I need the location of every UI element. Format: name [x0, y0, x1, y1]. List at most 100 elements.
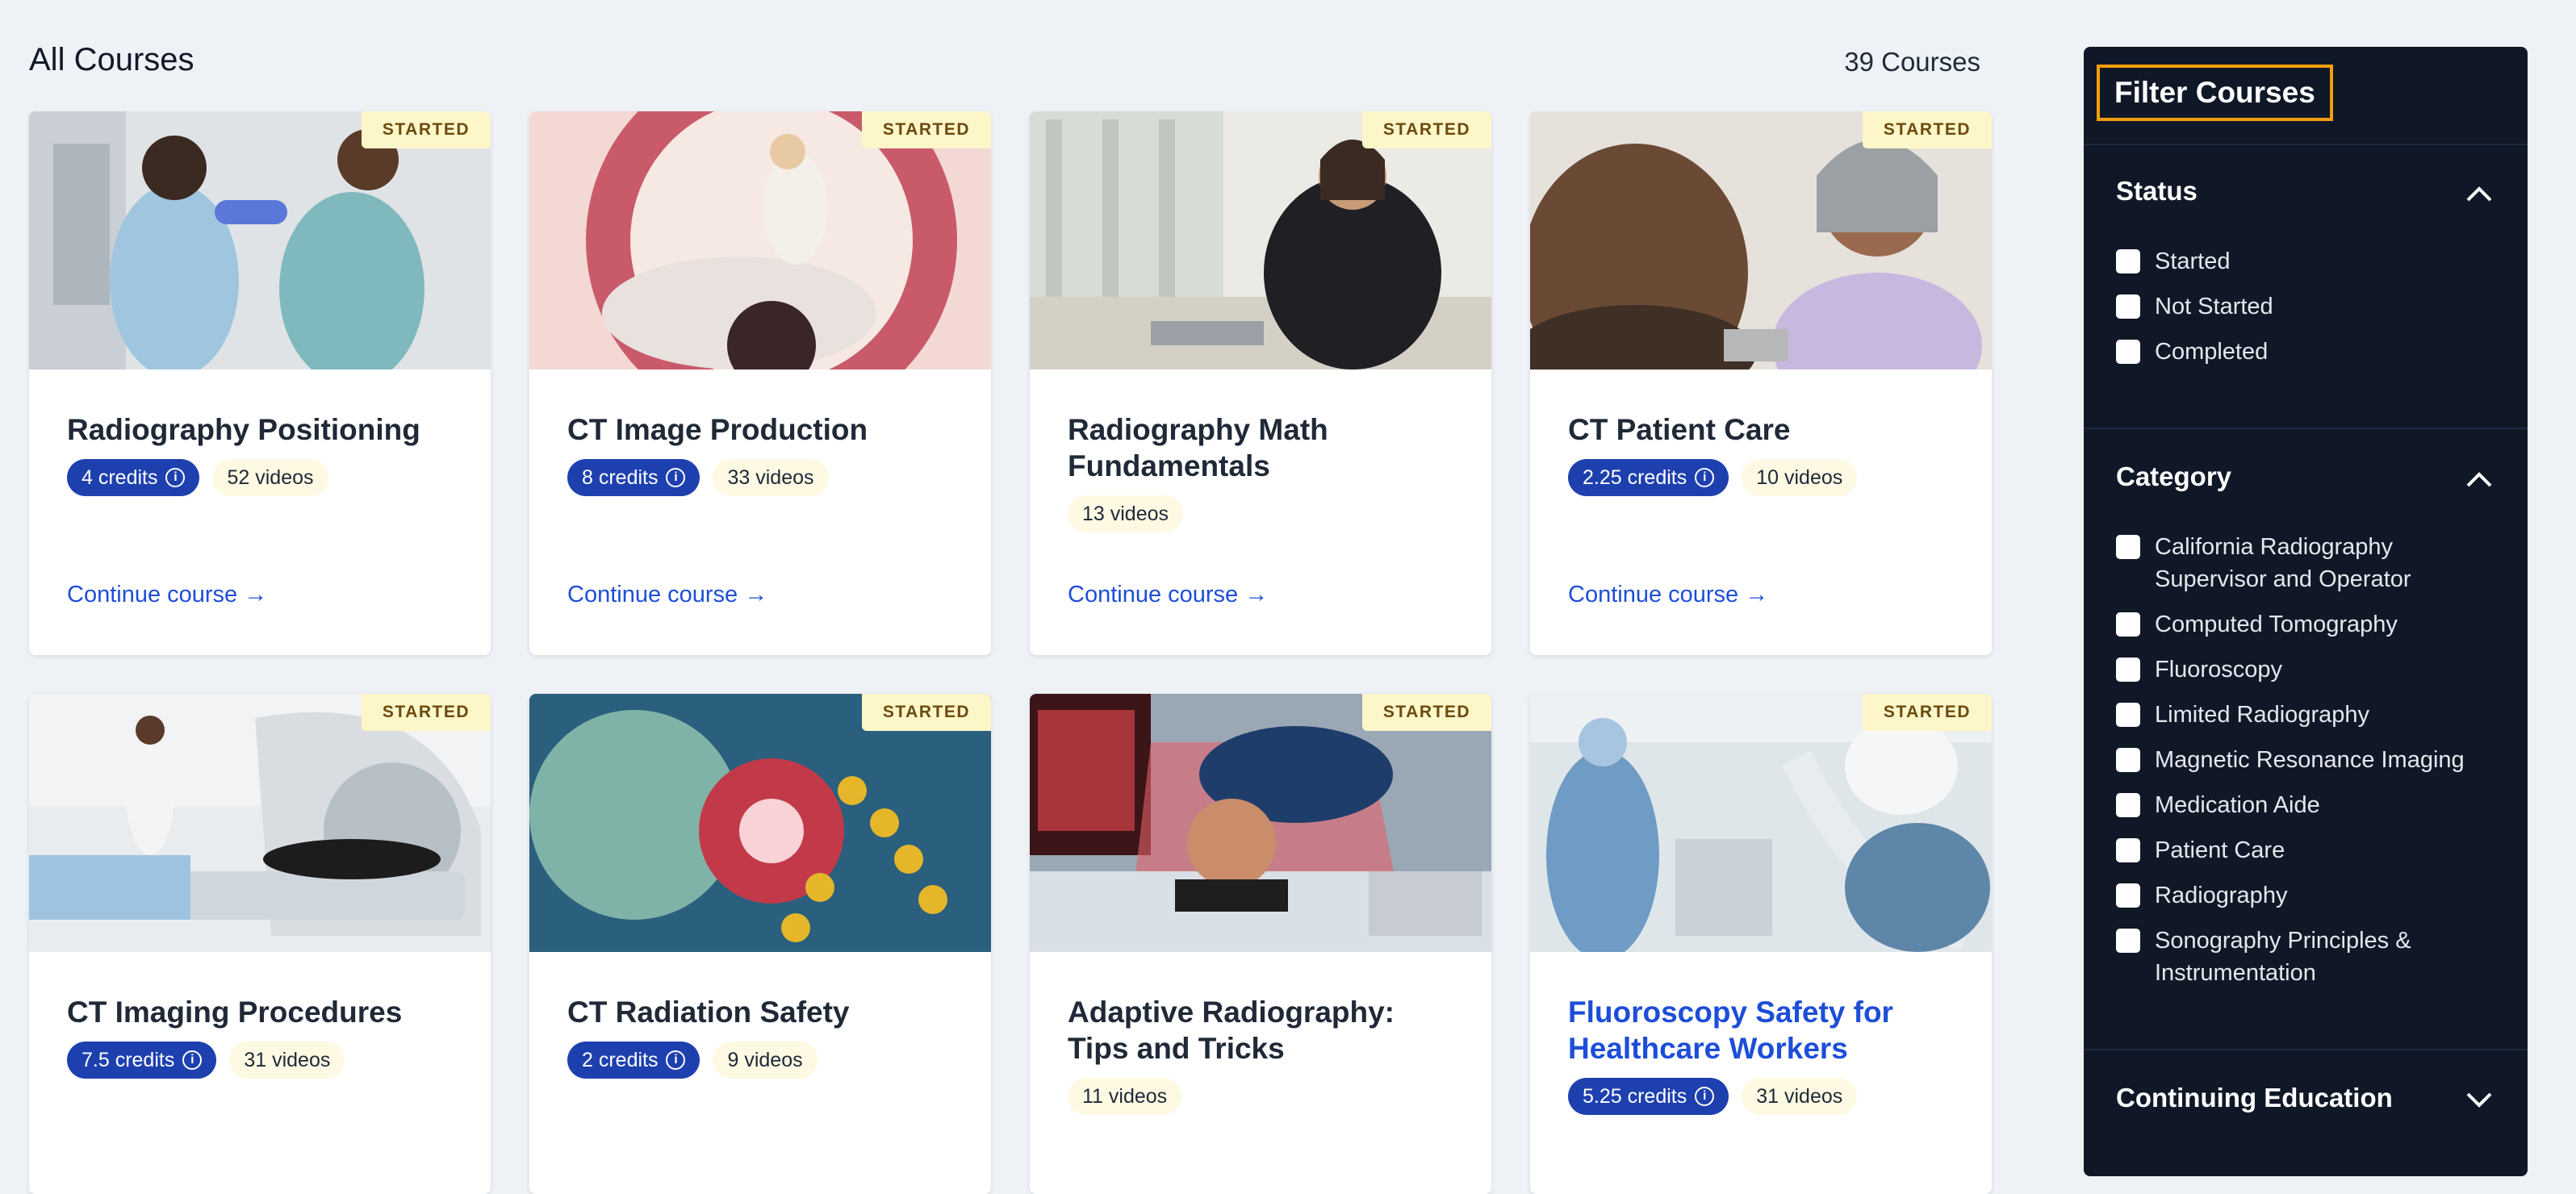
course-card-ct-imaging-procedures[interactable]: STARTED CT Imaging Procedures 7.5 credit…	[29, 694, 491, 1194]
option-label: Magnetic Resonance Imaging	[2155, 747, 2465, 773]
videos-count: 13 videos	[1068, 495, 1184, 532]
started-badge: STARTED	[1862, 694, 1992, 731]
course-card-fluoroscopy-safety[interactable]: STARTED Fluoroscopy Safety for Healthcar…	[1530, 694, 1992, 1194]
credits-label: 2 credits	[582, 1048, 659, 1071]
started-badge: STARTED	[1361, 694, 1491, 731]
course-title[interactable]: Adaptive Radiography: Tips and Tricks	[1068, 994, 1459, 1067]
option-label: Medication Aide	[2155, 792, 2320, 818]
info-icon[interactable]: i	[1695, 468, 1715, 487]
course-title[interactable]: CT Imaging Procedures	[67, 994, 458, 1030]
continuing-education-section: Continuing Education	[2116, 1083, 2495, 1121]
category-toggle[interactable]: Category	[2116, 461, 2495, 500]
option-label: Completed	[2155, 339, 2269, 365]
checkbox[interactable]	[2116, 748, 2140, 772]
divider	[2084, 1049, 2528, 1050]
chevron-up-icon[interactable]	[2463, 181, 2495, 205]
checkbox[interactable]	[2116, 535, 2140, 559]
chevron-up-icon[interactable]	[2463, 466, 2495, 491]
videos-count: 33 videos	[713, 459, 829, 496]
course-thumbnail[interactable]	[1030, 111, 1491, 369]
info-icon[interactable]: i	[666, 1050, 686, 1070]
credits-label: 8 credits	[582, 465, 659, 489]
divider	[2084, 428, 2528, 429]
videos-count: 11 videos	[1068, 1078, 1182, 1115]
checkbox[interactable]	[2116, 249, 2140, 273]
course-thumbnail[interactable]	[29, 111, 491, 369]
checkbox[interactable]	[2116, 658, 2140, 682]
checkbox[interactable]	[2116, 703, 2140, 727]
filter-sidebar: Filter Courses Status Started Not Starte…	[2084, 47, 2528, 1176]
credits-pill[interactable]: 7.5 credits i	[67, 1042, 217, 1079]
course-title[interactable]: CT Radiation Safety	[567, 994, 959, 1030]
started-badge: STARTED	[861, 111, 991, 148]
course-card-radiography-positioning[interactable]: STARTED Radiography Positioning 4 credit…	[29, 111, 491, 655]
info-icon[interactable]: i	[666, 468, 686, 487]
option-label: Sonography Principles & Instrumentation	[2155, 928, 2411, 986]
option-label: Fluoroscopy	[2155, 657, 2282, 683]
divider	[2084, 144, 2528, 145]
videos-count: 52 videos	[212, 459, 328, 496]
status-toggle[interactable]: Status	[2116, 176, 2495, 215]
chevron-down-icon[interactable]	[2463, 1088, 2495, 1112]
credits-label: 2.25 credits	[1583, 465, 1687, 489]
course-card-radiography-math-fundamentals[interactable]: STARTED Radiography Math Fundamentals 13…	[1030, 111, 1491, 655]
credits-pill[interactable]: 5.25 credits i	[1568, 1078, 1729, 1115]
page-title: All Courses	[29, 42, 194, 77]
videos-count: 31 videos	[229, 1042, 345, 1079]
course-title[interactable]: Radiography Positioning	[67, 411, 458, 448]
checkbox[interactable]	[2116, 929, 2140, 953]
credits-label: 5.25 credits	[1583, 1084, 1687, 1108]
option-label: Started	[2155, 248, 2231, 274]
checkbox[interactable]	[2116, 793, 2140, 817]
continuing-education-heading: Continuing Education	[2116, 1083, 2393, 1113]
continue-course-link[interactable]: Continue course →	[1568, 582, 1768, 608]
started-badge: STARTED	[361, 111, 491, 148]
info-icon[interactable]: i	[182, 1050, 203, 1070]
course-card-ct-patient-care[interactable]: STARTED CT Patient Care 2.25 credits i 10…	[1530, 111, 1992, 655]
info-icon[interactable]: i	[165, 468, 186, 487]
continue-course-link[interactable]: Continue course →	[567, 582, 767, 608]
filter-title: Filter Courses	[2097, 65, 2333, 121]
started-badge: STARTED	[361, 694, 491, 731]
credits-pill[interactable]: 2 credits i	[567, 1042, 700, 1079]
option-label: Limited Radiography	[2155, 702, 2369, 728]
credits-pill[interactable]: 2.25 credits i	[1568, 459, 1729, 496]
checkbox[interactable]	[2116, 883, 2140, 908]
checkbox[interactable]	[2116, 340, 2140, 364]
started-badge: STARTED	[1361, 111, 1491, 148]
status-section: Status Started Not Started Completed	[2116, 176, 2495, 365]
videos-count: 31 videos	[1742, 1078, 1858, 1115]
option-label: Patient Care	[2155, 837, 2285, 863]
course-thumbnail[interactable]	[29, 694, 491, 952]
course-card-adaptive-radiography[interactable]: STARTED Adaptive Radiography: Tips and T…	[1030, 694, 1491, 1194]
info-icon[interactable]: i	[1695, 1087, 1715, 1106]
credits-pill[interactable]: 8 credits i	[567, 459, 700, 496]
checkbox[interactable]	[2116, 838, 2140, 862]
continue-course-link[interactable]: Continue course →	[1068, 582, 1268, 608]
course-title[interactable]: CT Patient Care	[1568, 411, 1959, 448]
option-label: Radiography	[2155, 883, 2288, 908]
category-heading: Category	[2116, 461, 2232, 491]
continuing-education-toggle[interactable]: Continuing Education	[2116, 1083, 2495, 1121]
course-title[interactable]: Radiography Math Fundamentals	[1068, 411, 1459, 484]
option-label: Not Started	[2155, 294, 2273, 319]
course-thumbnail[interactable]	[529, 111, 991, 369]
started-badge: STARTED	[861, 694, 991, 731]
credits-pill[interactable]: 4 credits i	[67, 459, 200, 496]
option-label: California Radiography Supervisor and Op…	[2155, 534, 2411, 592]
course-thumbnail[interactable]	[1530, 111, 1992, 369]
course-title[interactable]: CT Image Production	[567, 411, 959, 448]
option-label: Computed Tomography	[2155, 612, 2398, 637]
continue-course-link[interactable]: Continue course →	[67, 582, 267, 608]
checkbox[interactable]	[2116, 612, 2140, 637]
course-title[interactable]: Fluoroscopy Safety for Healthcare Worker…	[1568, 994, 1959, 1067]
credits-label: 4 credits	[82, 465, 158, 489]
course-thumbnail[interactable]	[1530, 694, 1992, 952]
course-thumbnail[interactable]	[529, 694, 991, 952]
checkbox[interactable]	[2116, 294, 2140, 319]
category-section: Category California Radiography Supervis…	[2116, 461, 2495, 986]
started-badge: STARTED	[1862, 111, 1992, 148]
course-card-ct-image-production[interactable]: STARTED CT Image Production 8 credits i 3…	[529, 111, 991, 655]
course-card-ct-radiation-safety[interactable]: STARTED CT Radiation Safety 2 credits i 9…	[529, 694, 991, 1194]
course-thumbnail[interactable]	[1030, 694, 1491, 952]
